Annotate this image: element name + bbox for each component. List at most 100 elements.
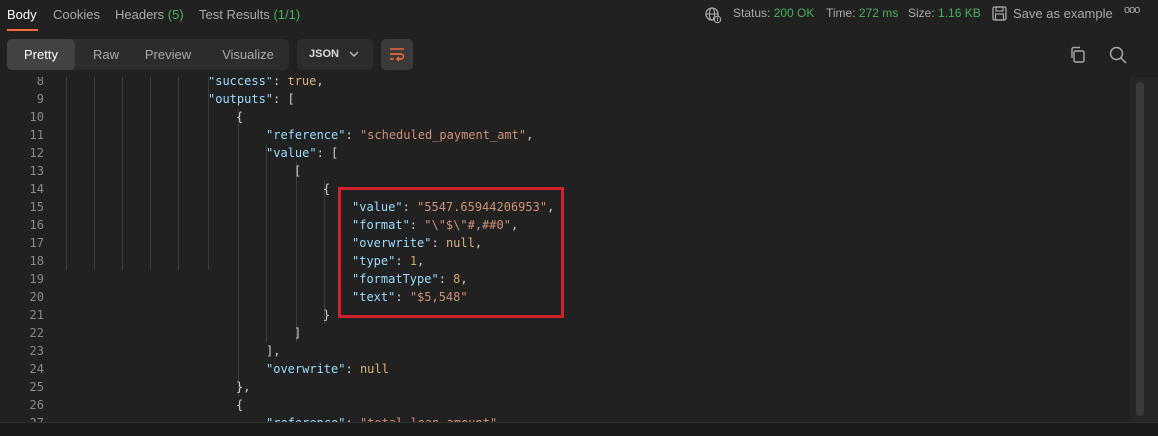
line-number: 9 (36, 92, 44, 106)
wrap-lines-icon (390, 48, 405, 62)
json-punctuation: : (345, 362, 360, 376)
response-body-editor[interactable]: 8 9 10 11 12 13 14 15 16 17 18 19 20 21 22 23 24 25 26 27 "… (0, 77, 1130, 422)
line-number: 22 (29, 326, 44, 340)
json-punctuation: }, (236, 380, 251, 394)
response-tab-bar: Body Cookies Headers (5) Test Results (1… (0, 0, 1158, 32)
save-icon (992, 6, 1007, 21)
json-punctuation: , (526, 128, 534, 142)
vertical-scrollbar-track (1130, 77, 1158, 422)
code-line: "outputs": [ (208, 90, 295, 108)
line-number: 20 (29, 290, 44, 304)
more-options-icon[interactable]: ooo (1124, 4, 1140, 16)
format-select-value: JSON (309, 48, 339, 60)
horizontal-scrollbar[interactable] (0, 422, 1158, 436)
json-punctuation: : (273, 77, 288, 88)
code-line: { (323, 180, 330, 198)
json-punctuation: : [ (273, 92, 295, 106)
code-line: [ (294, 162, 301, 180)
indent-guide (324, 180, 325, 324)
line-number: 11 (29, 128, 44, 142)
view-toolbar: Pretty Raw Preview Visualize (0, 32, 1158, 77)
json-literal: true (287, 77, 317, 88)
view-mode-pretty[interactable]: Pretty (7, 39, 75, 70)
code-line: "value": [ (266, 144, 338, 162)
save-as-example-button[interactable]: Save as example (992, 6, 1113, 21)
line-number: 13 (29, 164, 44, 178)
indent-guide (94, 77, 95, 270)
json-punctuation: ] (294, 326, 302, 340)
line-number: 19 (29, 272, 44, 286)
view-mode-visualize[interactable]: Visualize (211, 39, 285, 70)
code-line: "reference": "scheduled_payment_amt", (266, 126, 533, 144)
json-punctuation: , (316, 77, 324, 88)
json-key: "value" (266, 146, 317, 160)
line-number: 16 (29, 218, 44, 232)
tab-headers-label: Headers (115, 7, 165, 22)
line-number: 21 (29, 308, 44, 322)
line-number: 17 (29, 236, 44, 250)
json-punctuation: : (345, 128, 360, 142)
line-number: 23 (29, 344, 44, 358)
size-value: 1.16 KB (938, 6, 981, 20)
code-line: ], (266, 342, 280, 360)
json-punctuation: } (323, 308, 331, 322)
code-line: { (236, 108, 243, 126)
line-number: 12 (29, 146, 44, 160)
json-key: "success" (208, 77, 274, 88)
line-number: 10 (29, 110, 44, 124)
indent-guide (122, 77, 123, 270)
json-punctuation: ], (266, 344, 281, 358)
highlight-box (338, 187, 564, 318)
chevron-down-icon (349, 51, 359, 57)
size-label: Size: (908, 6, 935, 20)
line-number: 27 (0, 414, 44, 422)
json-key: "outputs" (208, 92, 274, 106)
code-line: "overwrite": null (266, 360, 389, 378)
active-tab-indicator (7, 29, 38, 31)
json-punctuation: { (323, 182, 331, 196)
indent-guide (266, 144, 267, 342)
json-punctuation: : [ (316, 146, 339, 160)
format-select[interactable]: JSON (297, 39, 373, 70)
view-mode-raw[interactable]: Raw (75, 39, 137, 70)
code-line: ] (294, 324, 301, 342)
json-key: "overwrite" (266, 362, 346, 376)
json-punctuation: [ (294, 164, 302, 178)
code-line: }, (236, 378, 250, 396)
code-line: { (236, 396, 243, 414)
indent-guide (66, 77, 67, 270)
view-mode-preview[interactable]: Preview (137, 39, 199, 70)
indent-guide (178, 77, 179, 270)
json-key: "reference" (266, 128, 346, 142)
tab-cookies[interactable]: Cookies (53, 7, 100, 22)
time-value: 272 ms (858, 6, 899, 20)
vertical-scrollbar-thumb[interactable] (1136, 82, 1144, 416)
save-as-example-label: Save as example (1013, 6, 1113, 21)
code-line: "success": true, (208, 77, 324, 90)
json-literal: null (359, 362, 389, 376)
wrap-lines-button[interactable] (381, 39, 413, 70)
tab-body[interactable]: Body (7, 7, 37, 22)
status-indicator[interactable]: Status: 200 OK (733, 6, 814, 20)
tab-test-results-count: (1/1) (273, 7, 301, 22)
time-label: Time: (826, 6, 856, 20)
status-value: 200 OK (773, 6, 815, 20)
size-indicator[interactable]: Size: 1.16 KB (908, 6, 981, 20)
json-string: "scheduled_payment_amt" (359, 128, 527, 142)
line-number: 26 (29, 398, 44, 412)
time-indicator[interactable]: Time: 272 ms (826, 6, 898, 20)
line-number: 18 (29, 254, 44, 268)
search-icon[interactable] (1108, 45, 1128, 65)
view-mode-segmented-control: Pretty Raw Preview Visualize (7, 39, 289, 70)
code-line: "reference": "total_loan_amount", (266, 414, 504, 422)
copy-icon[interactable] (1068, 45, 1088, 65)
line-number: 14 (29, 182, 44, 196)
tab-headers[interactable]: Headers (5) (115, 7, 184, 22)
code-line: } (323, 306, 330, 324)
line-number: 24 (29, 362, 44, 376)
json-punctuation: { (236, 110, 244, 124)
globe-icon[interactable] (704, 6, 722, 24)
tab-test-results[interactable]: Test Results (1/1) (199, 7, 300, 22)
status-label: Status: (733, 6, 771, 20)
line-number: 25 (29, 380, 44, 394)
